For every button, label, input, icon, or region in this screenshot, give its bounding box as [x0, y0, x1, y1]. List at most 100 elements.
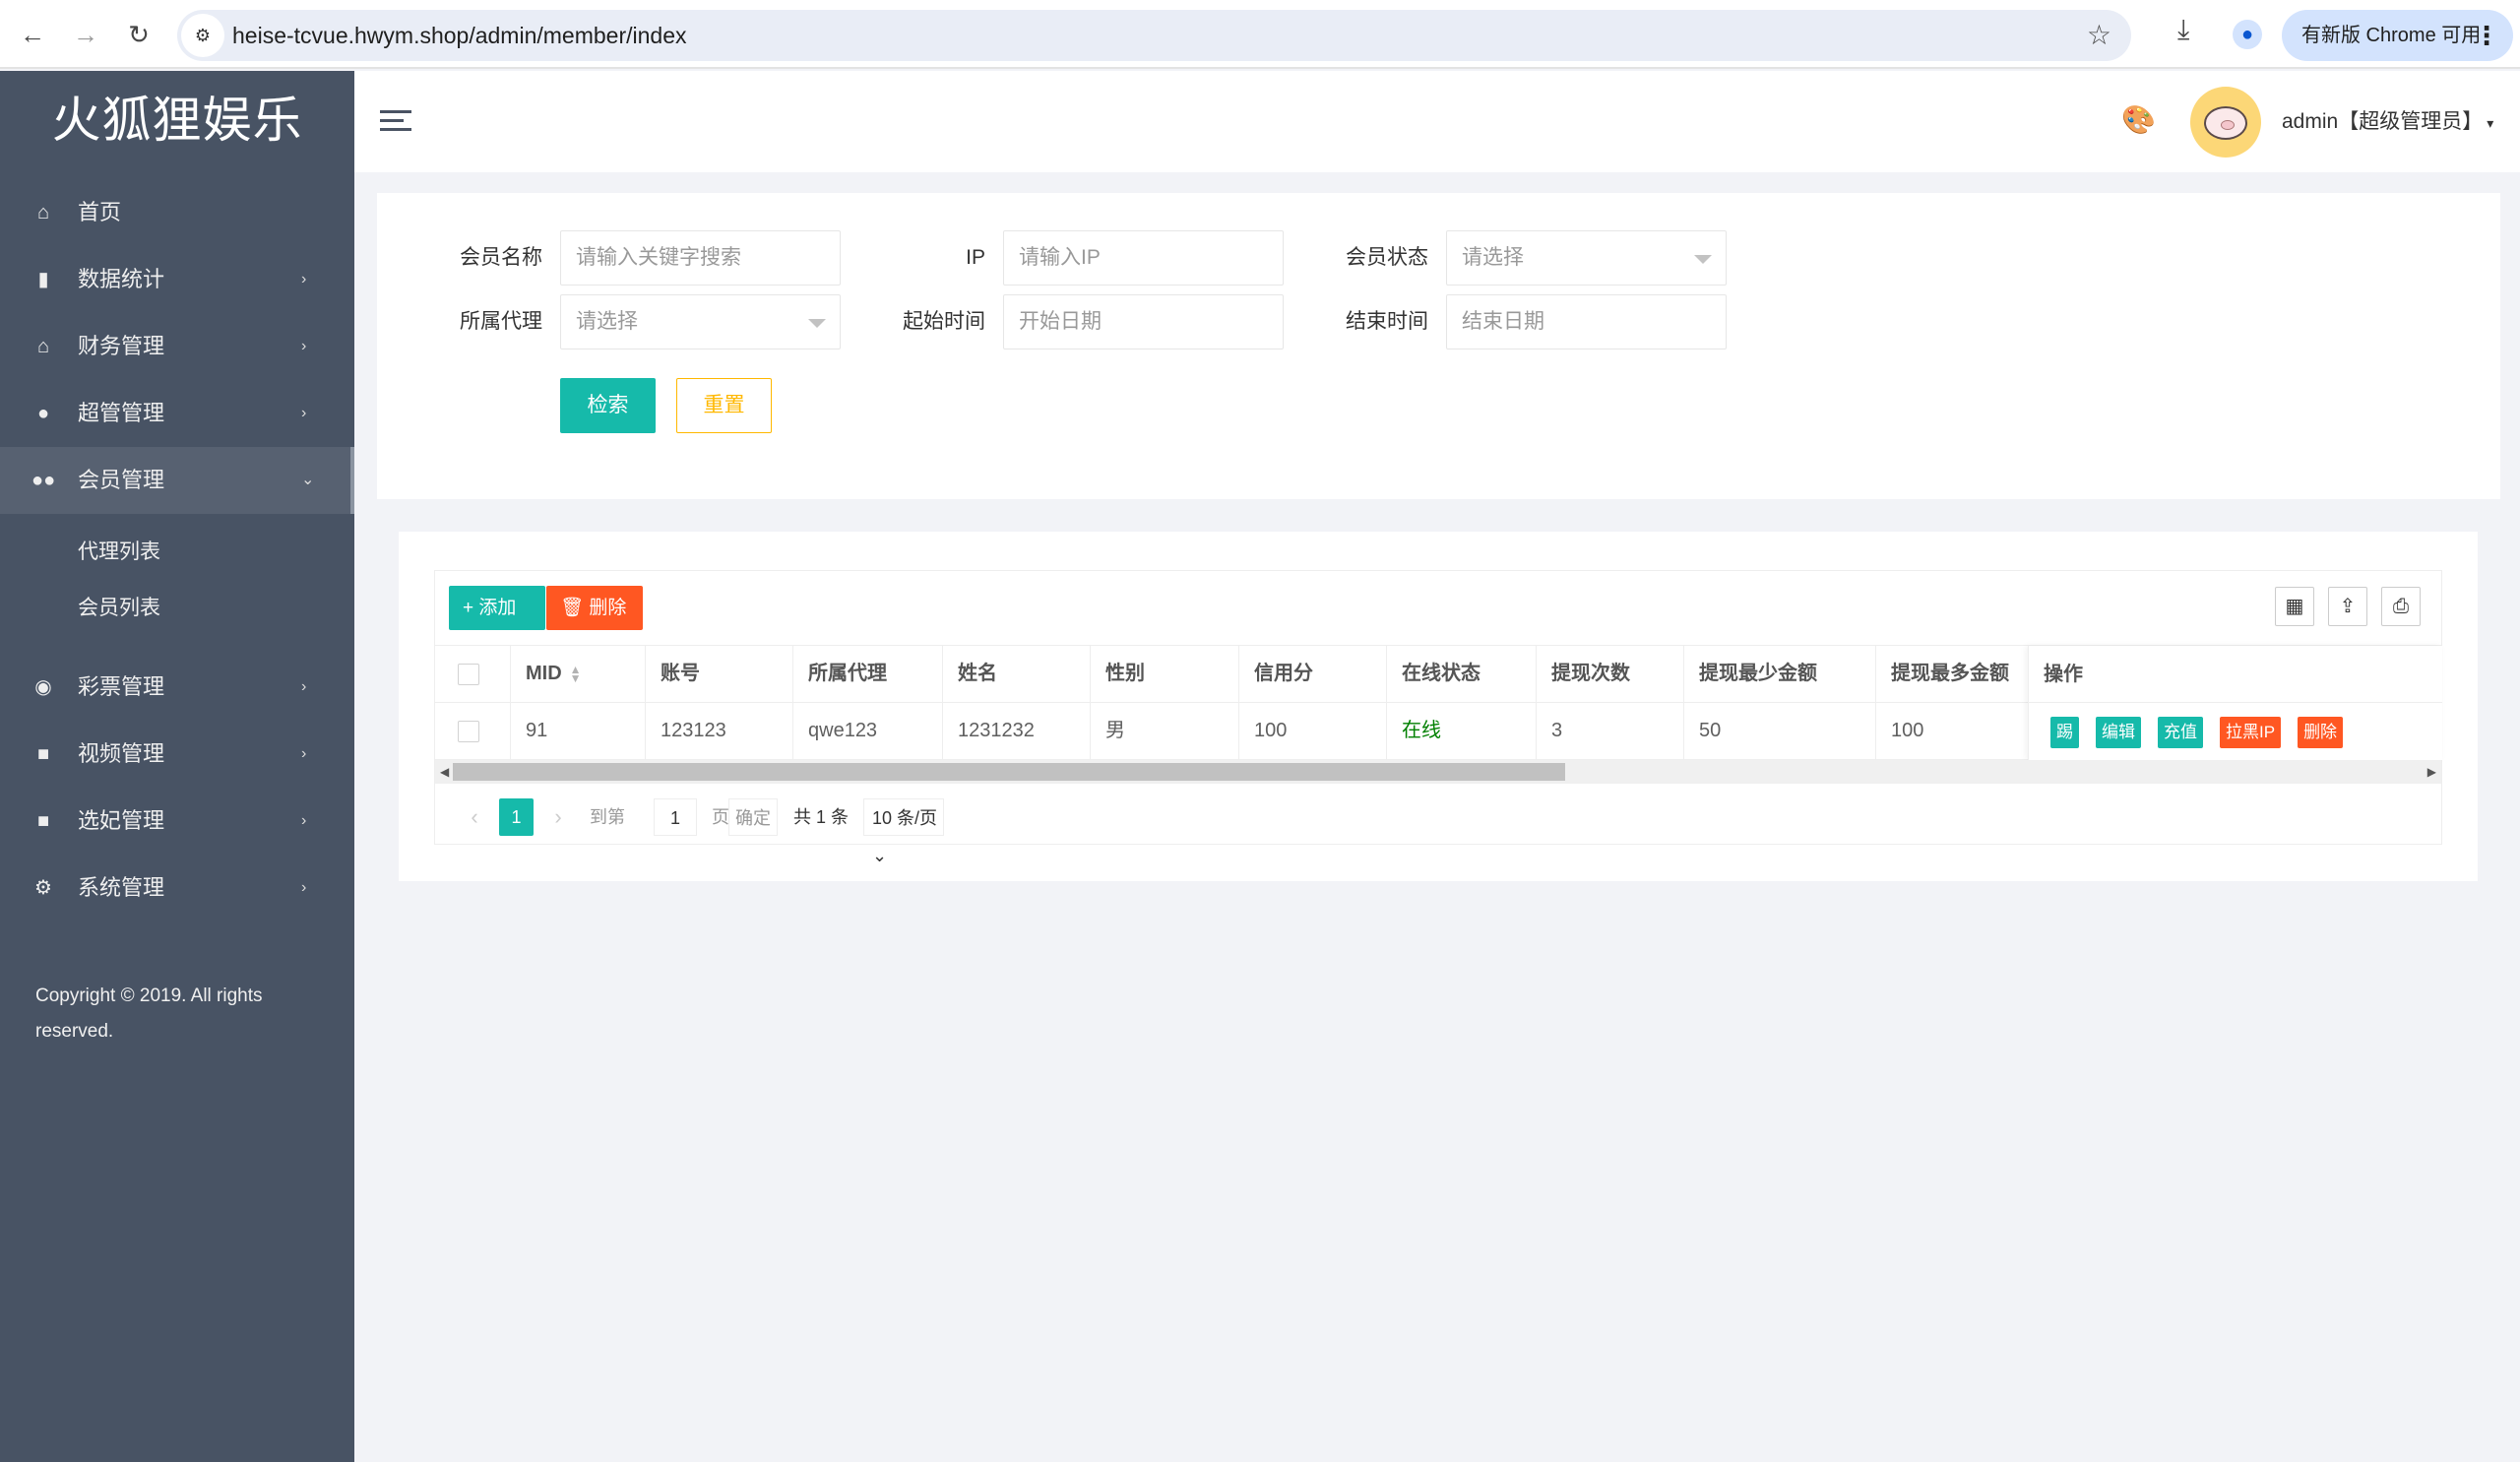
action-button-2[interactable]: 充值: [2158, 717, 2203, 748]
home-icon: ⌂: [36, 202, 50, 223]
video-icon: ■: [36, 810, 50, 832]
goto-confirm-button[interactable]: 确定: [728, 798, 778, 836]
search-label-1: IP: [966, 246, 985, 269]
sidebar-item-label: 数据统计: [78, 267, 165, 291]
scroll-right-icon[interactable]: ▶: [2427, 760, 2436, 784]
arrow-left-icon: ←: [20, 20, 45, 49]
sidebar-item-0[interactable]: ⌂ 首页: [0, 179, 354, 246]
submenu-item-1[interactable]: 会员列表: [0, 580, 354, 636]
site-settings-icon[interactable]: ⚙: [181, 14, 224, 57]
export-icon[interactable]: ⇪: [2328, 587, 2367, 626]
column-header-0[interactable]: MID ▲ ▼: [511, 646, 646, 702]
gear-icon: ⚙: [34, 877, 52, 899]
select-all-checkbox[interactable]: [458, 664, 479, 685]
sidebar-item-5[interactable]: ◉ 彩票管理 ›: [0, 654, 354, 721]
theme-palette-icon[interactable]: 🎨: [2121, 103, 2156, 136]
url-text[interactable]: heise-tcvue.hwym.shop/admin/member/index: [232, 10, 686, 61]
bar-chart-icon: ▮: [37, 269, 49, 290]
reload-icon: ↻: [128, 20, 150, 49]
add-button[interactable]: + 添加: [449, 586, 545, 630]
prev-page-button[interactable]: ‹: [460, 798, 489, 836]
reload-button[interactable]: ↻: [122, 18, 156, 51]
gamepad-icon: ◉: [34, 676, 52, 698]
placeholder: 请输入IP: [1019, 246, 1101, 269]
search-button[interactable]: 检索: [560, 378, 656, 433]
update-label: 有新版 Chrome 可用: [2301, 25, 2482, 46]
pig-avatar-icon: [2204, 106, 2247, 140]
more-menu-icon[interactable]: ⋮: [2474, 10, 2499, 61]
search-date-5[interactable]: 结束日期: [1446, 294, 1727, 350]
column-header-label: 提现最多金额: [1891, 663, 2009, 684]
goto-label: 到第: [590, 807, 625, 827]
address-bar[interactable]: ⚙ heise-tcvue.hwym.shop/admin/member/ind…: [177, 10, 2131, 61]
sidebar-item-7[interactable]: ■ 选妃管理 ›: [0, 788, 354, 855]
column-header-label: MID: [526, 663, 562, 684]
columns-icon[interactable]: ▦: [2275, 587, 2314, 626]
row-select-cell: [435, 703, 511, 759]
caret-down-icon: ▾: [2487, 115, 2494, 131]
submenu-item-0[interactable]: 代理列表: [0, 524, 354, 580]
column-header-label: 提现次数: [1551, 663, 1630, 684]
arrow-right-icon: →: [73, 20, 98, 49]
row-actions: 踢编辑 充值 拉黑IP 删除: [2029, 703, 2442, 760]
back-button[interactable]: ←: [16, 18, 49, 51]
cell-withdraw_max: 100: [1876, 703, 2029, 759]
sidebar-item-label: 视频管理: [78, 741, 165, 766]
print-icon[interactable]: ⎙: [2381, 587, 2421, 626]
action-button-0[interactable]: 踢: [2050, 717, 2079, 748]
column-header-label: 性别: [1105, 663, 1145, 684]
horizontal-scrollbar[interactable]: ◀ ▶: [435, 760, 2441, 784]
user-menu[interactable]: admin【超级管理员】 ▾: [2282, 71, 2493, 174]
menu-toggle-icon[interactable]: [380, 110, 411, 132]
sidebar-item-3[interactable]: ● 超管管理 ›: [0, 380, 354, 447]
action-button-3[interactable]: 拉黑IP: [2220, 717, 2282, 748]
sidebar-menu: ⌂ 首页 ▮ 数据统计 › ⌂ 财务管理 › ● 超管管理 › ●● 会员管理 ⌄ 代理列表 会员列表 ◉ 彩票管…: [0, 179, 354, 922]
chevron-icon: ⌄: [301, 472, 315, 488]
row-checkbox[interactable]: [458, 721, 479, 742]
goto-page-input[interactable]: 1: [654, 798, 697, 836]
batch-delete-button[interactable]: 🗑 删除: [546, 586, 643, 630]
cell-mid: 91: [511, 703, 646, 759]
actions-column: 操作 踢编辑 充值 拉黑IP 删除: [2028, 646, 2442, 760]
sidebar-item-2[interactable]: ⌂ 财务管理 ›: [0, 313, 354, 380]
action-button-4[interactable]: 删除: [2298, 717, 2344, 748]
sidebar-item-4[interactable]: ●● 会员管理 ⌄: [0, 447, 354, 514]
dropdown-arrow-icon: [1694, 255, 1712, 264]
page-size-select[interactable]: 10 条/页 ⌄: [863, 798, 944, 865]
sidebar-item-1[interactable]: ▮ 数据统计 ›: [0, 246, 354, 313]
scrollbar-thumb[interactable]: [453, 763, 1565, 781]
column-header-label: 姓名: [958, 663, 997, 684]
column-header-label: 所属代理: [808, 663, 887, 684]
sidebar-item-8[interactable]: ⚙ 系统管理 ›: [0, 855, 354, 922]
search-label-5: 结束时间: [1346, 310, 1428, 333]
sidebar-item-label: 财务管理: [78, 334, 165, 358]
page-1-button[interactable]: 1: [499, 798, 534, 836]
top-header: 🎨 admin【超级管理员】 ▾: [354, 71, 2520, 172]
sidebar-item-label: 首页: [78, 200, 122, 224]
sidebar-item-6[interactable]: ■ 视频管理 ›: [0, 721, 354, 788]
page-size-value: 10 条/页: [872, 808, 938, 828]
sidebar-item-label: 彩票管理: [78, 674, 165, 699]
sort-icon[interactable]: ▲ ▼: [570, 664, 582, 684]
forward-button[interactable]: →: [69, 18, 102, 51]
member-table: + 添加 🗑 删除 ▦ ⇪ ⎙ MID ▲ ▼ 账号 所属代理 姓名 性别 信用分 在线状态 提现…: [434, 570, 2442, 865]
column-header-9: 提现最多金额: [1876, 646, 2029, 702]
next-page-button[interactable]: ›: [543, 798, 573, 836]
scroll-left-icon[interactable]: ◀: [440, 760, 449, 784]
bookmark-star-icon[interactable]: ☆: [2087, 10, 2111, 61]
sidebar: 火狐狸娱乐 ⌂ 首页 ▮ 数据统计 › ⌂ 财务管理 › ● 超管管理 › ●● 会员管理 ⌄ 代理列表 会员…: [0, 71, 354, 1462]
search-label-4: 起始时间: [903, 310, 985, 333]
action-button-1[interactable]: 编辑: [2096, 717, 2141, 748]
sidebar-item-label: 超管管理: [78, 401, 165, 425]
download-icon[interactable]: ⤓: [2177, 14, 2189, 46]
avatar[interactable]: [2190, 87, 2261, 158]
column-header-6: 在线状态: [1387, 646, 1537, 702]
column-header-7: 提现次数: [1537, 646, 1684, 702]
profile-icon[interactable]: ●: [2233, 20, 2262, 49]
column-header-4: 性别: [1091, 646, 1239, 702]
search-select-2[interactable]: 请选择: [1446, 230, 1727, 286]
chevron-icon: ›: [301, 745, 307, 762]
cell-withdraw_count: 3: [1537, 703, 1684, 759]
chrome-update-button[interactable]: 有新版 Chrome 可用 ⋮: [2282, 10, 2513, 61]
reset-button[interactable]: 重置: [676, 378, 772, 433]
